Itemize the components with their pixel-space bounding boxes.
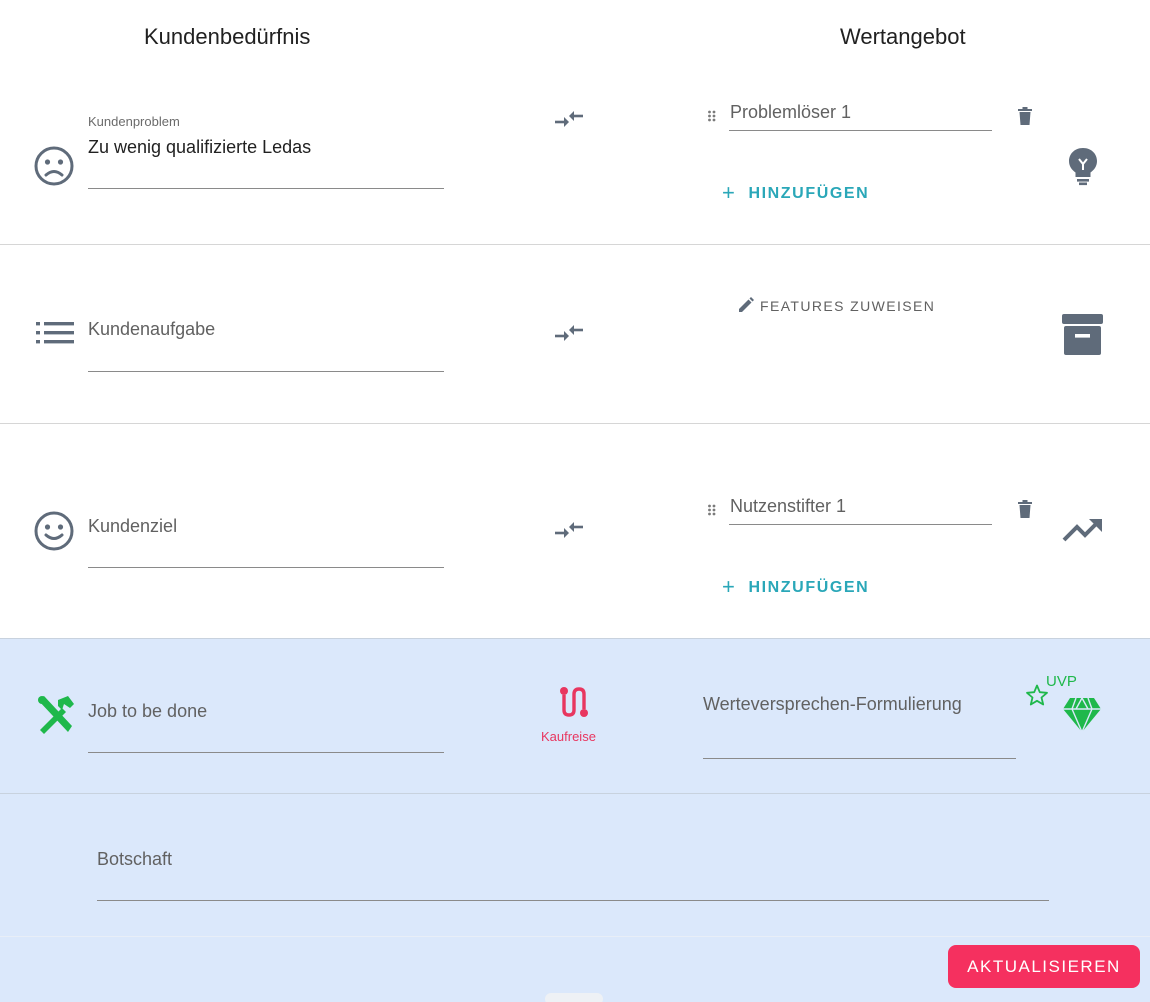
add-problem-solver-label: HINZUFÜGEN: [748, 185, 870, 202]
trending-up-icon: [1062, 516, 1104, 549]
customer-journey-label[interactable]: Kaufreise: [541, 729, 596, 744]
job-to-be-done-input[interactable]: Job to be done: [88, 701, 207, 722]
add-benefit-creator-button[interactable]: + HINZUFÜGEN: [722, 572, 870, 599]
customer-problem-underline: [88, 188, 444, 189]
benefit-creator-input[interactable]: Nutzenstifter 1: [730, 496, 846, 517]
sad-face-icon: [33, 145, 75, 192]
customer-goal-underline: [88, 567, 444, 568]
diamond-icon: [1062, 697, 1102, 738]
plus-icon: +: [722, 180, 737, 205]
header-customer-need: Kundenbedürfnis: [144, 24, 311, 49]
uvp-label: UVP: [1046, 673, 1077, 690]
add-problem-solver-button[interactable]: + HINZUFÜGEN: [722, 178, 870, 205]
archive-box-icon: [1062, 314, 1103, 360]
message-underline: [97, 900, 1049, 901]
add-benefit-creator-label: HINZUFÜGEN: [748, 579, 870, 596]
header-value-proposition: Wertangebot: [840, 24, 966, 49]
customer-task-input[interactable]: Kundenaufgabe: [88, 319, 215, 340]
list-icon: [36, 321, 74, 350]
row-divider: [0, 244, 1150, 245]
tools-icon: [34, 694, 76, 741]
delete-icon[interactable]: [1018, 107, 1032, 130]
smile-face-icon: [33, 510, 75, 557]
value-proposition-input[interactable]: Werteversprechen-Formulierung: [703, 694, 962, 715]
drag-handle-icon[interactable]: [707, 503, 717, 522]
customer-goal-input[interactable]: Kundenziel: [88, 516, 177, 537]
row-divider: [0, 638, 1150, 639]
assign-features-label: FEATURES ZUWEISEN: [760, 298, 936, 314]
benefit-creator-underline: [729, 524, 992, 525]
pencil-icon: [738, 297, 754, 316]
swap-arrows-icon[interactable]: [553, 321, 585, 350]
highlight-section: [0, 638, 1150, 938]
update-button[interactable]: AKTUALISIEREN: [948, 945, 1140, 988]
row-divider: [0, 793, 1150, 794]
job-to-be-done-underline: [88, 752, 444, 753]
value-proposition-underline: [703, 758, 1016, 759]
lightbulb-icon: [1067, 146, 1099, 191]
problem-solver-underline: [729, 130, 992, 131]
scroll-handle[interactable]: [545, 993, 603, 1002]
message-input[interactable]: Botschaft: [97, 849, 172, 870]
delete-icon[interactable]: [1018, 500, 1032, 523]
row-divider: [0, 423, 1150, 424]
customer-problem-input[interactable]: Zu wenig qualifizierte Ledas: [88, 137, 311, 158]
problem-solver-input[interactable]: Problemlöser 1: [730, 102, 851, 123]
row-customer-problem: [0, 72, 1150, 244]
drag-handle-icon[interactable]: [707, 109, 717, 128]
swap-arrows-icon[interactable]: [553, 107, 585, 136]
route-icon[interactable]: [559, 686, 589, 723]
swap-arrows-icon[interactable]: [553, 518, 585, 547]
customer-task-underline: [88, 371, 444, 372]
customer-problem-label: Kundenproblem: [88, 114, 180, 129]
assign-features-button[interactable]: FEATURES ZUWEISEN: [738, 297, 935, 316]
plus-icon: +: [722, 574, 737, 599]
